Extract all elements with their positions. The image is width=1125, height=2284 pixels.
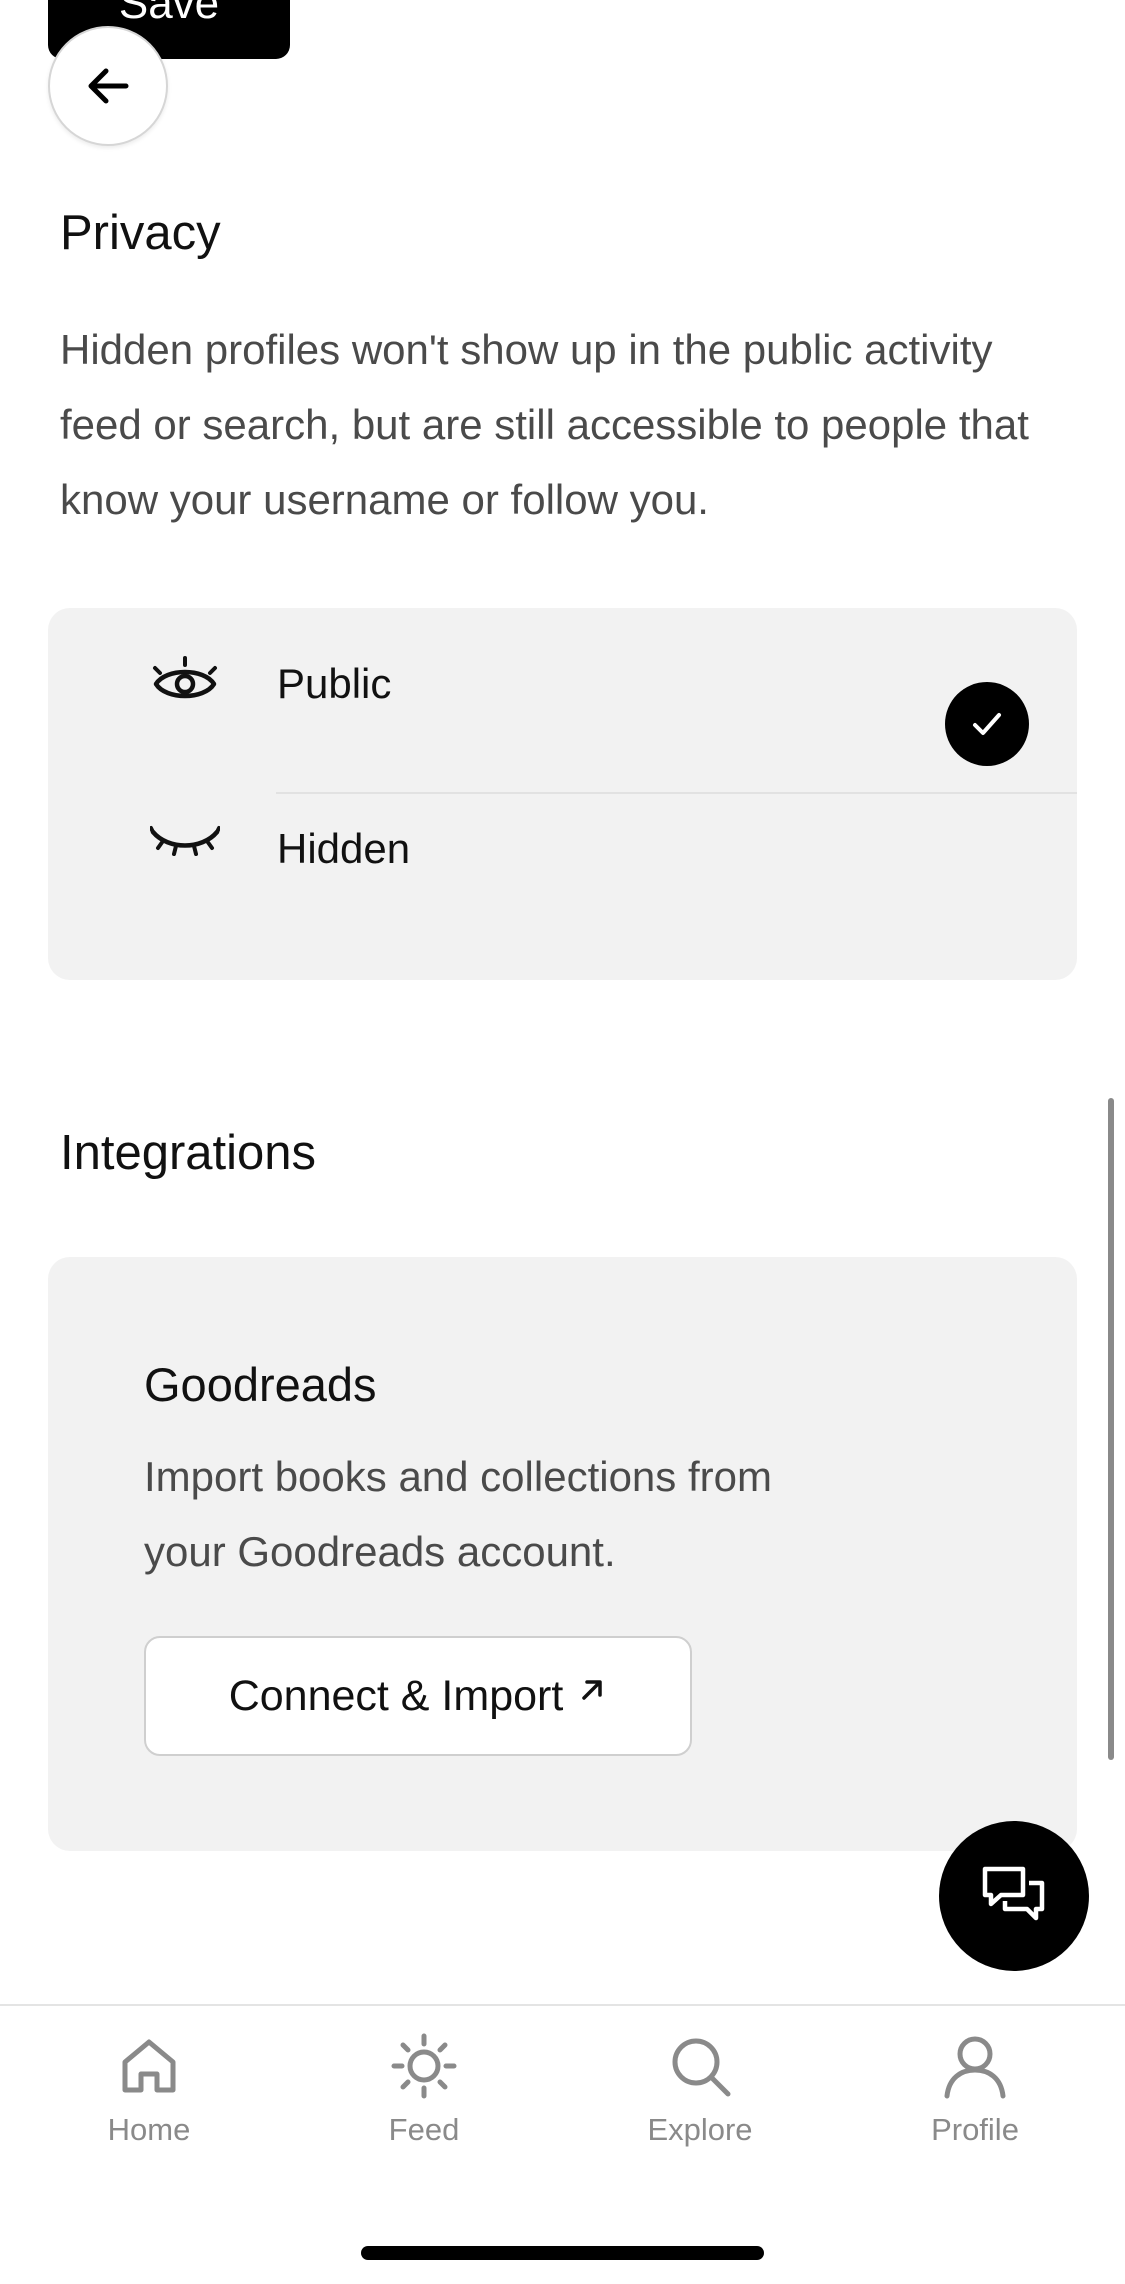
chat-bubbles-icon: [982, 1866, 1045, 1921]
privacy-option-hidden-label: Hidden: [277, 825, 411, 872]
privacy-description: Hidden profiles won't show up in the pub…: [60, 326, 1029, 523]
selected-check-badge: [945, 682, 1029, 766]
person-icon: [944, 2036, 1006, 2099]
goodreads-description: Import books and collections from your G…: [144, 1453, 772, 1575]
scrollbar[interactable]: [1108, 1098, 1114, 1760]
chat-button[interactable]: [939, 1821, 1089, 1971]
privacy-option-public[interactable]: Public: [48, 608, 1077, 793]
tab-home[interactable]: Home: [49, 2032, 249, 2162]
back-button[interactable]: [48, 26, 168, 146]
home-icon: [122, 2039, 176, 2093]
connect-import-label: Connect & Import: [228, 1671, 564, 1720]
privacy-option-public-label: Public: [277, 660, 392, 707]
bottom-tab-bar: Home Feed Explore Profile: [0, 2004, 1125, 2284]
external-arrow-icon: [582, 1680, 603, 1700]
tab-profile[interactable]: Profile: [875, 2032, 1075, 2162]
privacy-options-card: Public Hidden: [48, 608, 1077, 980]
tab-explore-label: Explore: [647, 2112, 753, 2147]
privacy-option-hidden[interactable]: Hidden: [48, 793, 1077, 931]
save-button-label: Save: [118, 0, 220, 28]
tab-profile-label: Profile: [931, 2112, 1019, 2147]
eye-closed-icon: [150, 826, 220, 856]
connect-import-button[interactable]: Connect & Import: [144, 1636, 692, 1756]
checkmark-icon: [973, 713, 1001, 735]
tab-feed[interactable]: Feed: [324, 2032, 524, 2162]
tab-explore[interactable]: Explore: [600, 2032, 800, 2162]
integrations-section-title: Integrations: [60, 1126, 317, 1180]
tab-feed-label: Feed: [388, 2112, 460, 2147]
goodreads-title: Goodreads: [144, 1358, 377, 1411]
eye-open-icon: [153, 656, 217, 699]
home-indicator: [361, 2246, 764, 2260]
goodreads-integration-card: Goodreads Import books and collections f…: [48, 1257, 1077, 1851]
sun-icon: [391, 2033, 457, 2099]
privacy-section-title: Privacy: [60, 206, 221, 260]
tab-home-label: Home: [107, 2112, 191, 2147]
arrow-left-icon: [88, 68, 129, 104]
search-icon: [672, 2038, 731, 2097]
